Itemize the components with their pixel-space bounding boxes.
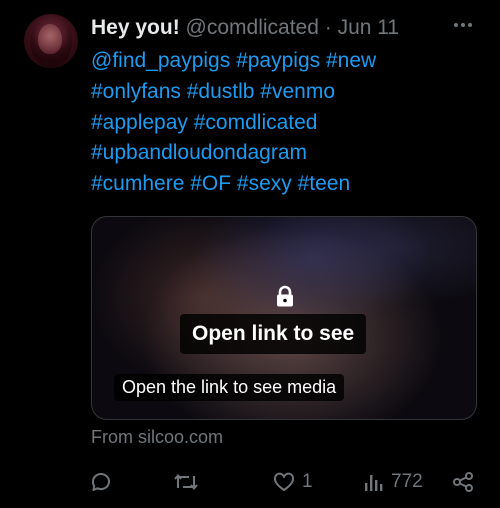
header-separator: · (324, 16, 332, 39)
avatar[interactable] (24, 14, 78, 68)
reply-button[interactable] (89, 466, 119, 498)
user-handle[interactable]: @comdlicated (186, 16, 319, 39)
tweet-date[interactable]: Jun 11 (338, 16, 400, 39)
analytics-icon (365, 475, 383, 491)
tweet-text-line[interactable]: #onlyfans #dustlb #venmo (91, 77, 481, 108)
tweet-text-line[interactable]: #upbandloudondagram (91, 138, 481, 169)
views-count: 772 (391, 471, 423, 492)
lock-icon (277, 285, 293, 307)
retweet-button[interactable] (173, 466, 205, 498)
link-card[interactable]: Open link to see Open the link to see me… (91, 216, 477, 420)
more-button[interactable] (450, 12, 476, 38)
link-source[interactable]: From silcoo.com (91, 425, 223, 449)
tweet-header: Hey you! @comdlicated · Jun 11 (91, 13, 480, 43)
tweet-text-line[interactable]: #cumhere #OF #sexy #teen (91, 169, 481, 200)
avatar-face (38, 24, 62, 54)
tweet-actions: 1 772 (0, 466, 500, 498)
reply-icon (91, 473, 110, 491)
tweet-text: @find_paypigs #paypigs #new #onlyfans #d… (91, 46, 481, 200)
retweet-icon (174, 473, 198, 491)
like-count: 1 (302, 471, 313, 492)
more-horizontal-icon (454, 23, 472, 27)
open-link-label[interactable]: Open link to see (180, 314, 367, 354)
like-button[interactable]: 1 (272, 466, 313, 498)
tweet-text-line[interactable]: #applepay #comdlicated (91, 108, 481, 139)
heart-icon (274, 472, 294, 491)
tweet-text-line[interactable]: @find_paypigs #paypigs #new (91, 46, 481, 77)
share-button[interactable] (451, 466, 475, 498)
share-icon (453, 472, 473, 492)
display-name[interactable]: Hey you! (91, 16, 180, 39)
views-button[interactable]: 772 (363, 466, 423, 498)
media-caption: Open the link to see media (114, 374, 345, 401)
